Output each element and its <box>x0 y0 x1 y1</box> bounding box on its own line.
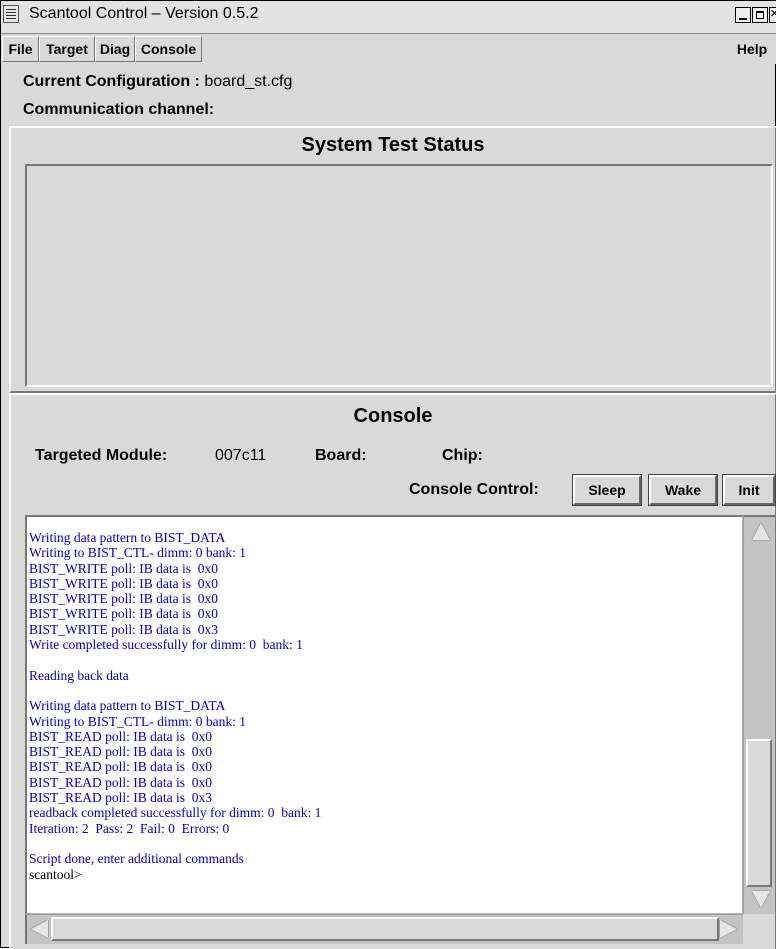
close-icon[interactable] <box>769 5 776 23</box>
menu-bar: File Target Diag Console Help <box>1 34 776 64</box>
console-line: BIST_WRITE poll: IB data is 0x0 <box>29 575 218 591</box>
horizontal-scroll-thumb[interactable] <box>51 917 719 941</box>
console-output[interactable]: Writing data pattern to BIST_DATA Writing… <box>25 515 743 914</box>
scroll-left-arrow-icon[interactable] <box>31 920 48 938</box>
menu-help[interactable]: Help <box>729 36 775 62</box>
targeted-module-value: 007c11 <box>215 447 267 464</box>
sleep-button[interactable]: Sleep <box>572 474 642 506</box>
menu-file[interactable]: File <box>2 36 39 62</box>
console-line: BIST_READ poll: IB data is 0x3 <box>29 790 212 806</box>
scroll-down-arrow-icon[interactable] <box>752 891 770 908</box>
scroll-right-arrow-icon[interactable] <box>720 920 737 938</box>
init-button[interactable]: Init <box>722 474 776 506</box>
console-line: Writing to BIST_CTL- dimm: 0 bank: 1 <box>29 713 246 729</box>
config-label: Current Configuration : <box>23 73 200 90</box>
console-line: BIST_READ poll: IB data is 0x0 <box>29 744 212 760</box>
console-line: readback completed successfully for dimm… <box>29 805 322 821</box>
console-line: Writing to BIST_CTL- dimm: 0 bank: 1 <box>29 545 246 561</box>
menu-diag[interactable]: Diag <box>95 36 135 62</box>
menu-console[interactable]: Console <box>135 36 202 62</box>
board-label: Board: <box>315 447 367 464</box>
vertical-scroll-thumb[interactable] <box>746 739 772 887</box>
config-value: board_st.cfg <box>204 73 293 90</box>
channel-label: Communication channel: <box>23 101 215 118</box>
chip-label: Chip: <box>442 447 483 464</box>
targeted-module-label: Targeted Module: <box>35 447 168 464</box>
console-line: BIST_WRITE poll: IB data is 0x0 <box>29 560 218 576</box>
console-line: Iteration: 2 Pass: 2 Fail: 0 Errors: 0 <box>29 820 230 836</box>
window-menu-icon[interactable] <box>3 5 19 23</box>
system-test-status-panel: System Test Status <box>9 126 776 393</box>
scantool-window: Scantool Control – Version 0.5.2 File Ta… <box>0 0 776 949</box>
maximize-icon[interactable] <box>752 7 768 23</box>
console-line: Reading back data <box>29 667 129 683</box>
console-line: Write completed successfully for dimm: 0… <box>29 637 303 653</box>
status-title: System Test Status <box>301 134 485 156</box>
window-title: Scantool Control – Version 0.5.2 <box>29 5 259 22</box>
console-line: Script done, enter additional commands <box>29 851 244 867</box>
console-line: BIST_READ poll: IB data is 0x0 <box>29 728 212 744</box>
status-display-area <box>25 164 773 387</box>
console-control-label: Console Control: <box>409 481 539 498</box>
console-prompt[interactable]: scantool> <box>29 867 742 882</box>
menu-target[interactable]: Target <box>39 36 95 62</box>
console-line: BIST_WRITE poll: IB data is 0x3 <box>29 621 218 637</box>
title-bar: Scantool Control – Version 0.5.2 <box>1 1 776 34</box>
console-line: BIST_READ poll: IB data is 0x0 <box>29 774 212 790</box>
console-line: BIST_WRITE poll: IB data is 0x0 <box>29 591 218 607</box>
horizontal-scrollbar[interactable] <box>25 914 743 944</box>
current-configuration: Current Configuration : board_st.cfg <box>23 73 292 91</box>
console-line: Writing data pattern to BIST_DATA <box>29 698 226 714</box>
vertical-scrollbar[interactable] <box>743 515 775 914</box>
console-panel: Console Targeted Module: 007c11 Board: C… <box>9 393 776 949</box>
scroll-up-arrow-icon[interactable] <box>752 523 770 540</box>
console-line: Writing data pattern to BIST_DATA <box>29 530 226 545</box>
console-title: Console <box>353 405 433 427</box>
console-line: BIST_READ poll: IB data is 0x0 <box>29 759 212 775</box>
minimize-icon[interactable] <box>735 7 751 23</box>
communication-channel: Communication channel: <box>23 101 214 119</box>
wake-button[interactable]: Wake <box>648 474 718 506</box>
console-line: BIST_WRITE poll: IB data is 0x0 <box>29 606 218 622</box>
